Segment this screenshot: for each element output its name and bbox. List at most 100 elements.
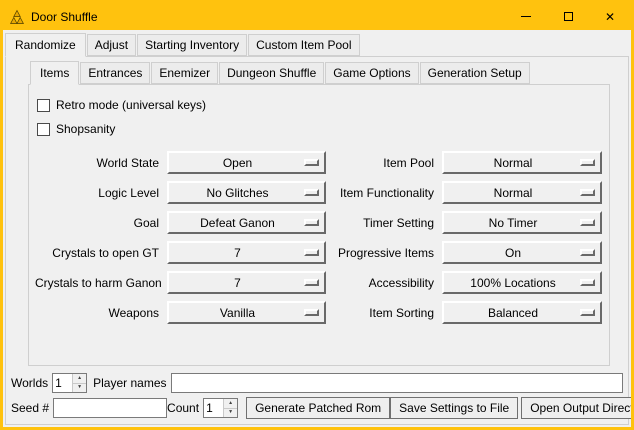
accessibility-dropdown[interactable]: 100% Locations [442,271,602,294]
close-icon: ✕ [605,11,615,23]
item-pool-label: Item Pool [332,156,436,170]
count-input[interactable] [204,399,223,417]
open-output-directory-button[interactable]: Open Output Directory [521,397,634,419]
dropdown-indicator [580,279,595,286]
worlds-input[interactable] [53,374,72,392]
timer-setting-dropdown[interactable]: No Timer [442,211,602,234]
minimize-button[interactable] [505,3,547,30]
seed-label: Seed # [11,401,49,415]
worlds-spinner: ▲ ▼ [52,373,87,393]
tab-items[interactable]: Items [30,61,79,85]
player-names-input[interactable] [171,373,624,393]
items-pane: Retro mode (universal keys) Shopsanity W… [28,84,610,366]
world-state-dropdown[interactable]: Open [167,151,326,174]
tab-custom-item-pool[interactable]: Custom Item Pool [248,34,359,56]
tab-dungeon-shuffle[interactable]: Dungeon Shuffle [219,62,324,84]
dropdown-value: No Glitches [206,186,268,200]
goal-label: Goal [35,216,161,230]
logic-level-dropdown[interactable]: No Glitches [167,181,326,204]
right-buttons: Save Settings to File Open Output Direct… [390,397,634,419]
weapons-dropdown[interactable]: Vanilla [167,301,326,324]
spin-up-button[interactable]: ▲ [224,399,237,409]
spin-down-button[interactable]: ▼ [224,409,237,418]
maximize-button[interactable] [547,3,589,30]
checkbox-label: Shopsanity [56,122,115,136]
tab-adjust[interactable]: Adjust [87,34,136,56]
world-state-label: World State [35,156,161,170]
dropdown-indicator [580,309,595,316]
shopsanity-checkbox[interactable]: Shopsanity [37,117,603,141]
dropdown-value: 100% Locations [470,276,555,290]
item-pool-dropdown[interactable]: Normal [442,151,602,174]
randomize-pane: Items Entrances Enemizer Dungeon Shuffle… [5,56,629,425]
dropdown-value: Vanilla [220,306,255,320]
crystals-gt-label: Crystals to open GT [35,246,161,260]
tab-generation-setup[interactable]: Generation Setup [420,62,530,84]
spin-down-button[interactable]: ▼ [73,384,86,393]
seed-input[interactable] [53,398,167,418]
dropdown-value: On [505,246,521,260]
dropdown-value: 7 [234,276,241,290]
worlds-row: Worlds ▲ ▼ Player names [11,373,623,393]
dropdown-indicator [304,219,319,226]
tab-enemizer[interactable]: Enemizer [151,62,218,84]
spinner-buttons: ▲ ▼ [223,399,237,417]
minimize-icon [521,16,531,17]
dropdown-indicator [304,309,319,316]
app-icon [9,9,25,25]
tab-game-options[interactable]: Game Options [325,62,418,84]
item-sorting-dropdown[interactable]: Balanced [442,301,602,324]
maximize-icon [564,12,573,21]
tab-starting-inventory[interactable]: Starting Inventory [137,34,247,56]
logic-level-label: Logic Level [35,186,161,200]
tab-randomize[interactable]: Randomize [5,33,86,57]
spinner-buttons: ▲ ▼ [72,374,86,392]
timer-setting-label: Timer Setting [332,216,436,230]
dropdown-indicator [580,249,595,256]
item-functionality-dropdown[interactable]: Normal [442,181,602,204]
dropdown-value: No Timer [489,216,538,230]
tab-entrances[interactable]: Entrances [80,62,150,84]
dropdown-value: Normal [494,186,533,200]
item-functionality-label: Item Functionality [332,186,436,200]
crystals-ganon-dropdown[interactable]: 7 [167,271,326,294]
goal-dropdown[interactable]: Defeat Ganon [167,211,326,234]
retro-mode-checkbox[interactable]: Retro mode (universal keys) [37,93,603,117]
dropdown-indicator [580,189,595,196]
count-label: Count [167,401,199,415]
window: Door Shuffle ✕ Randomize Adjust Starting… [0,0,634,430]
crystals-ganon-label: Crystals to harm Ganon [35,276,161,290]
progressive-items-label: Progressive Items [332,246,436,260]
save-settings-button[interactable]: Save Settings to File [390,397,518,419]
main-tabbar: Randomize Adjust Starting Inventory Cust… [3,33,631,56]
options-form: World State Open Item Pool Normal Logic … [35,151,603,324]
dropdown-value: Balanced [488,306,538,320]
player-names-label: Player names [93,376,166,390]
dropdown-value: Defeat Ganon [200,216,275,230]
window-title: Door Shuffle [31,10,98,24]
spin-up-button[interactable]: ▲ [73,374,86,384]
inner-tabbar: Items Entrances Enemizer Dungeon Shuffle… [28,61,610,84]
titlebar: Door Shuffle ✕ [3,3,631,30]
crystals-gt-dropdown[interactable]: 7 [167,241,326,264]
seed-row: Seed # Count ▲ ▼ Generate Patched Rom Sa… [11,397,623,419]
bottom-controls: Worlds ▲ ▼ Player names Seed # Count [6,369,628,424]
worlds-label: Worlds [11,376,48,390]
dropdown-value: Normal [494,156,533,170]
weapons-label: Weapons [35,306,161,320]
checkbox-box [37,99,50,112]
dropdown-indicator [580,219,595,226]
dropdown-indicator [304,189,319,196]
dropdown-value: 7 [234,246,241,260]
progressive-items-dropdown[interactable]: On [442,241,602,264]
accessibility-label: Accessibility [332,276,436,290]
item-sorting-label: Item Sorting [332,306,436,320]
count-spinner: ▲ ▼ [203,398,238,418]
dropdown-indicator [304,249,319,256]
dropdown-indicator [580,159,595,166]
generate-patched-rom-button[interactable]: Generate Patched Rom [246,397,390,419]
close-button[interactable]: ✕ [589,3,631,30]
dropdown-indicator [304,159,319,166]
checkbox-box [37,123,50,136]
inner-notebook: Items Entrances Enemizer Dungeon Shuffle… [28,61,610,366]
